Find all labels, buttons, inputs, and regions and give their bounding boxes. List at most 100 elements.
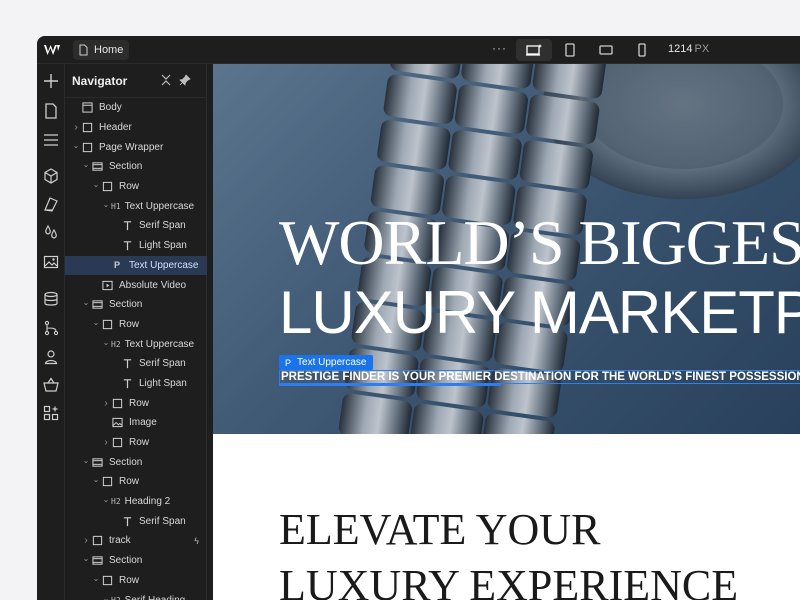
expand-caret-icon[interactable]: ⌄	[81, 456, 91, 465]
expand-caret-icon[interactable]: ⌄	[91, 318, 101, 327]
body-icon	[81, 102, 93, 114]
navigator-item[interactable]: ⌄ H2 Heading 2	[65, 492, 207, 512]
navigator-item[interactable]: › Header	[65, 118, 207, 138]
desktop-star-icon	[526, 44, 542, 56]
expand-caret-icon[interactable]: ⌄	[101, 594, 111, 600]
collapsed-caret-icon[interactable]: ›	[101, 437, 111, 448]
navigator-item-label: Row	[119, 318, 140, 330]
navigator-item-label: Row	[119, 476, 140, 488]
box-icon	[111, 397, 123, 409]
phone-landscape-icon	[599, 45, 613, 55]
pin-icon[interactable]	[179, 74, 191, 86]
navigator-item[interactable]: Light Span	[65, 236, 207, 256]
navigator-item[interactable]: Image	[65, 413, 207, 433]
expand-caret-icon[interactable]: ⌄	[71, 141, 81, 150]
navigator-item[interactable]: ⌄ Row	[65, 315, 207, 335]
collapsed-caret-icon[interactable]: ›	[101, 398, 111, 409]
expand-caret-icon[interactable]: ⌄	[81, 554, 91, 563]
navigator-title: Navigator	[72, 74, 128, 88]
navigator-item-label: Absolute Video	[119, 279, 187, 291]
navigator-item-label: Light Span	[139, 377, 187, 389]
navigator-item[interactable]: › Row	[65, 433, 207, 453]
variables-icon[interactable]	[42, 223, 60, 241]
selected-element-label: Text Uppercase	[297, 357, 367, 368]
navigator-item[interactable]: ⌄ H2 Text Uppercase	[65, 334, 207, 354]
text-icon	[121, 358, 133, 370]
section-icon	[91, 555, 103, 567]
hero-title-light-line[interactable]: LUXURY MARKETPL	[279, 278, 800, 347]
navigator-item[interactable]: ⌄ H1 Text Uppercase	[65, 196, 207, 216]
navigator-item[interactable]: ⌄H2 Serif Heading	[65, 590, 207, 600]
hero-section[interactable]: WORLD’S BIGGEST LUXURY MARKETPL P Text U…	[213, 64, 800, 434]
navigator-item[interactable]: ⌄ Section	[65, 452, 207, 472]
navigator-item[interactable]: Light Span	[65, 374, 207, 394]
navigator-item[interactable]: ⌄ Section	[65, 551, 207, 571]
hero-subtitle[interactable]: PRESTIGE FINDER IS YOUR PREMIER DESTINAT…	[279, 370, 800, 384]
navigator-item[interactable]: ⌄ Row	[65, 472, 207, 492]
assets-icon[interactable]	[42, 253, 60, 271]
breakpoint-desktop-button[interactable]	[516, 39, 552, 61]
add-icon[interactable]	[42, 72, 60, 90]
top-bar: Home ··· 1214 PX	[37, 36, 800, 64]
expand-caret-icon[interactable]: ⌄	[81, 160, 91, 169]
webflow-logo-icon[interactable]	[43, 43, 61, 57]
navigator-item[interactable]: Serif Span	[65, 354, 207, 374]
expand-caret-icon[interactable]: ⌄	[101, 200, 111, 209]
navigator-item[interactable]: Body	[65, 98, 207, 118]
navigator-item-label: Section	[109, 161, 143, 173]
pages-icon[interactable]	[42, 102, 60, 120]
navigator-item[interactable]: ⌄ Row	[65, 571, 207, 591]
breakpoint-tablet-button[interactable]	[552, 39, 588, 61]
cms-icon[interactable]	[42, 290, 60, 308]
navigator-icon[interactable]	[42, 131, 60, 149]
navigator-tree: Body › Header ⌄ Page Wrapper ⌄ Section ⌄ Row ⌄ H1 T…	[65, 98, 207, 600]
expand-caret-icon[interactable]: ⌄	[101, 338, 111, 347]
more-options-icon[interactable]: ···	[492, 41, 507, 55]
components-icon[interactable]	[42, 167, 60, 185]
expand-caret-icon[interactable]: ⌄	[91, 475, 101, 484]
navigator-item[interactable]: › track ϟ	[65, 531, 207, 551]
apps-icon[interactable]	[42, 404, 60, 422]
navigator-item[interactable]: ⌄ Section	[65, 295, 207, 315]
navigator-item[interactable]: ⌄ Section	[65, 157, 207, 177]
section2-heading-line1[interactable]: ELEVATE YOUR	[279, 504, 600, 555]
expand-caret-icon[interactable]: ⌄	[91, 574, 101, 583]
navigator-item-label: Text Uppercase	[124, 200, 195, 212]
selected-element-badge[interactable]: P Text Uppercase	[279, 355, 373, 370]
style-selectors-icon[interactable]	[42, 195, 60, 213]
navigator-item-label: Row	[129, 397, 150, 409]
navigator-item[interactable]: › Row	[65, 393, 207, 413]
navigator-item-label: Text Uppercase	[124, 338, 195, 350]
canvas-width-readout[interactable]: 1214 PX	[668, 43, 709, 55]
ecommerce-icon[interactable]	[42, 376, 60, 394]
navigator-item-label: Serif Span	[139, 358, 186, 370]
breakpoint-portrait-button[interactable]	[624, 39, 660, 61]
navigator-item[interactable]: Serif Span	[65, 216, 207, 236]
navigator-item-label: Section	[109, 299, 143, 311]
page-selector[interactable]: Home	[73, 40, 130, 60]
hero-title-serif-line[interactable]: WORLD’S BIGGEST	[279, 206, 800, 280]
logic-icon[interactable]	[42, 319, 60, 337]
expand-caret-icon[interactable]: ⌄	[81, 298, 91, 307]
breakpoint-landscape-button[interactable]	[588, 39, 624, 61]
navigator-item[interactable]: Serif Span	[65, 511, 207, 531]
section-icon	[91, 161, 103, 173]
collapsed-caret-icon[interactable]: ›	[71, 122, 81, 133]
design-canvas[interactable]: WORLD’S BIGGEST LUXURY MARKETPL P Text U…	[213, 64, 800, 600]
navigator-item[interactable]: P Text Uppercase	[65, 255, 207, 276]
expand-caret-icon[interactable]: ⌄	[91, 180, 101, 189]
navigator-item-label: Serif Heading	[125, 595, 186, 600]
users-icon[interactable]	[42, 348, 60, 366]
section2-heading-line2[interactable]: LUXURY EXPERIENCE	[279, 560, 738, 600]
heading-tag-label: H2	[111, 339, 121, 349]
paragraph-tag-icon: P	[285, 357, 292, 368]
interaction-bolt-icon: ϟ	[194, 535, 199, 546]
collapse-all-icon[interactable]	[160, 74, 172, 86]
box-icon	[101, 318, 113, 330]
expand-caret-icon[interactable]: ⌄	[101, 495, 111, 504]
navigator-item[interactable]: ⌄ Page Wrapper	[65, 137, 207, 157]
collapsed-caret-icon[interactable]: ›	[81, 535, 91, 546]
paragraph-icon: P	[113, 260, 120, 271]
navigator-item[interactable]: ⌄ Row	[65, 177, 207, 197]
navigator-item[interactable]: Absolute Video	[65, 275, 207, 295]
